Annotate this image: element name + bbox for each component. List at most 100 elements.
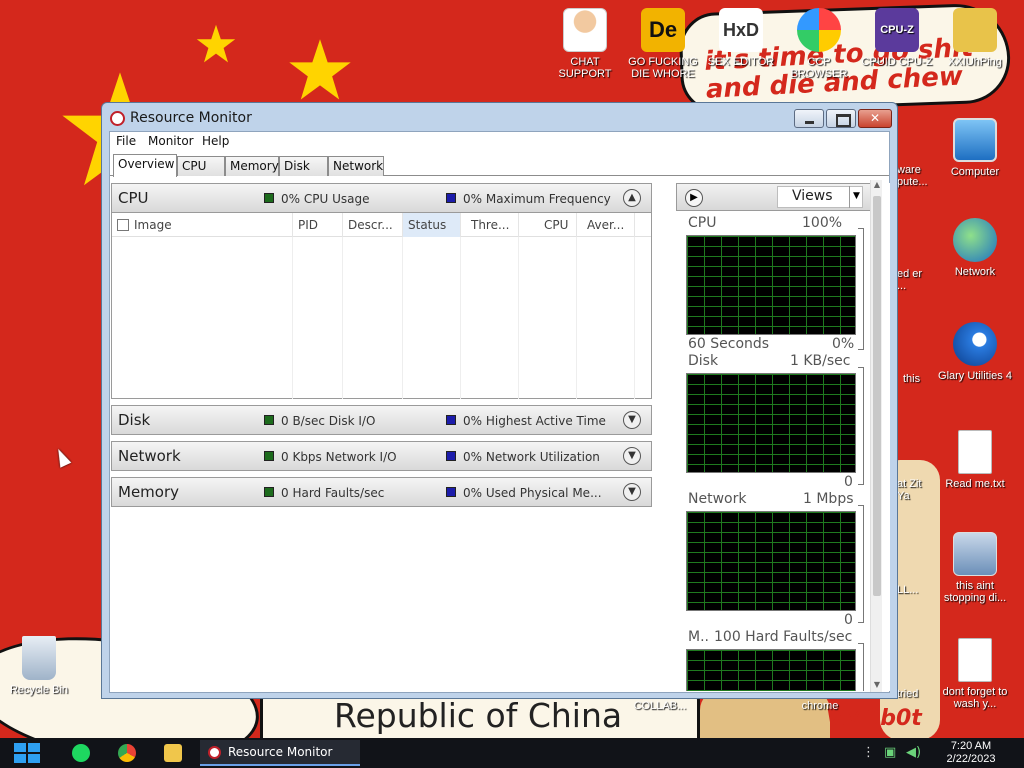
chevron-up-icon[interactable]: ▲ <box>623 189 641 207</box>
cpu-graph-max: 100% <box>802 215 843 231</box>
graphs-scrollbar[interactable]: ▲ ▼ <box>870 180 882 692</box>
desktop-icon-cpuz[interactable]: CPU-Z CPUID CPU-Z <box>856 8 938 68</box>
desktop-icon-glary[interactable]: Glary Utilities 4 <box>934 322 1016 382</box>
memory-section-header[interactable]: Memory 0 Hard Faults/sec 0% Used Physica… <box>111 477 652 507</box>
flag-star-icon <box>289 39 351 100</box>
windows-start-icon[interactable] <box>10 738 44 768</box>
desktop-icon-browser[interactable]: CCP BROWSER <box>778 8 860 80</box>
close-button[interactable] <box>858 109 892 128</box>
cpuz-icon: CPU-Z <box>875 8 919 52</box>
tab-disk[interactable]: Disk <box>279 156 328 176</box>
browser-icon <box>797 8 841 52</box>
clock[interactable]: 7:20 AM 2/22/2023 <box>936 740 1006 766</box>
desktop-icon-computer[interactable]: Computer <box>934 118 1016 178</box>
column-threads[interactable]: Thre... <box>461 213 519 237</box>
column-average-cpu[interactable]: Aver... <box>577 213 635 237</box>
desktop-label-tried[interactable]: tried <box>897 688 931 700</box>
desktop-label-chrome[interactable]: chrome <box>780 700 860 712</box>
desktop-label-ware[interactable]: ware pute... <box>897 164 931 188</box>
chrome-taskbar-icon[interactable] <box>118 744 136 762</box>
network-io-stat: 0 Kbps Network I/O <box>281 450 397 464</box>
window-client-area: File Monitor Help Overview CPU Memory Di… <box>109 131 890 693</box>
cpu-section-header[interactable]: CPU 0% CPU Usage 0% Maximum Frequency ▲ <box>111 183 652 213</box>
desktop-icon-chat-support[interactable]: CHAT SUPPORT <box>544 8 626 80</box>
resource-monitor-icon <box>208 746 221 759</box>
column-cpu[interactable]: CPU <box>519 213 577 237</box>
overflow-menu-icon[interactable]: ⋮ <box>862 745 875 760</box>
column-description[interactable]: Descr... <box>343 213 403 237</box>
desktop-icon-user-folder[interactable]: XXIUhPing <box>934 8 1016 68</box>
disk-io-stat: 0 B/sec Disk I/O <box>281 414 376 428</box>
network-section-header[interactable]: Network 0 Kbps Network I/O 0% Network Ut… <box>111 441 652 471</box>
cpu-section-title: CPU <box>118 189 149 207</box>
scrollbar-thumb[interactable] <box>873 196 881 596</box>
physical-memory-legend <box>446 487 456 497</box>
graph-scale-bracket <box>858 228 864 350</box>
network-tray-icon[interactable]: ▣ <box>884 745 896 760</box>
chevron-down-icon[interactable]: ▼ <box>623 447 641 465</box>
glary-icon <box>953 322 997 366</box>
menu-monitor[interactable]: Monitor <box>148 134 194 148</box>
resource-monitor-window[interactable]: Resource Monitor File Monitor Help Overv… <box>101 102 898 699</box>
overview-left-pane: CPU 0% CPU Usage 0% Maximum Frequency ▲ … <box>110 183 652 688</box>
desktop-icon-recycle-bin[interactable]: Recycle Bin <box>0 636 80 696</box>
network-icon <box>953 218 997 262</box>
computer-icon <box>953 118 997 162</box>
select-all-checkbox[interactable] <box>117 219 129 231</box>
network-graph-label: Network <box>688 491 747 507</box>
scroll-up-arrow[interactable]: ▲ <box>872 180 882 192</box>
column-divider <box>292 237 293 399</box>
menu-bar: File Monitor Help <box>110 132 889 152</box>
cpu-graph <box>686 235 856 335</box>
desktop-label-ed[interactable]: ed er ... <box>897 268 931 292</box>
cpu-process-table: Image PID Descr... Status Thre... CPU Av… <box>111 213 652 399</box>
desktop-icon-readme[interactable]: Read me.txt <box>934 430 1016 490</box>
desktop-label-zit[interactable]: at Zit Ya <box>897 478 933 502</box>
column-divider <box>460 237 461 399</box>
tab-memory[interactable]: Memory <box>225 156 279 176</box>
network-section-title: Network <box>118 447 181 465</box>
column-status[interactable]: Status <box>403 213 461 237</box>
desktop-icon-installer[interactable]: this aint stopping di... <box>934 532 1016 604</box>
chevron-down-icon[interactable]: ▼ <box>623 483 641 501</box>
maximize-button[interactable] <box>826 109 856 128</box>
scroll-down-arrow[interactable]: ▼ <box>872 680 882 692</box>
chevron-right-icon[interactable]: ▶ <box>685 189 703 207</box>
column-image[interactable]: Image <box>134 213 293 237</box>
graph-scale-bracket <box>858 643 864 691</box>
column-pid[interactable]: PID <box>293 213 343 237</box>
title-bar[interactable]: Resource Monitor <box>102 103 897 133</box>
text-file-icon <box>958 430 992 474</box>
taskbar: Resource Monitor ⋮ ▣ ◀) 7:20 AM 2/22/202… <box>0 738 1024 768</box>
desktop-icon-calendar-file[interactable]: dont forget to wash y... <box>934 638 1016 710</box>
cpu-table-header: Image PID Descr... Status Thre... CPU Av… <box>112 213 651 237</box>
chevron-down-icon[interactable]: ▼ <box>623 411 641 429</box>
desktop-icon-network[interactable]: Network <box>934 218 1016 278</box>
memory-graph <box>686 649 856 691</box>
file-explorer-taskbar-icon[interactable] <box>164 744 182 762</box>
desktop-label-collab[interactable]: COLLAB... <box>620 700 700 712</box>
desktop-icon-hex-editor[interactable]: HxD SEX EDITOR <box>700 8 782 68</box>
tab-overview[interactable]: Overview <box>113 154 177 177</box>
disk-section-header[interactable]: Disk 0 B/sec Disk I/O 0% Highest Active … <box>111 405 652 435</box>
tab-network[interactable]: Network <box>328 156 384 176</box>
views-dropdown-arrow[interactable]: ▼ <box>849 186 863 208</box>
taskbar-window-label: Resource Monitor <box>228 745 333 759</box>
desktop-icon-die-tool[interactable]: De GO FUCKING DIE WHORE <box>622 8 704 80</box>
volume-tray-icon[interactable]: ◀) <box>906 745 921 760</box>
desktop-label-this[interactable]: this <box>903 373 933 385</box>
cpu-frequency-stat: 0% Maximum Frequency <box>463 192 611 206</box>
disk-graph-min: 0 <box>844 474 853 490</box>
minimize-button[interactable] <box>794 109 824 128</box>
desktop-label-ll[interactable]: LL... <box>897 584 931 596</box>
hard-faults-stat: 0 Hard Faults/sec <box>281 486 385 500</box>
tab-strip: Overview CPU Memory Disk Network <box>110 154 889 177</box>
menu-help[interactable]: Help <box>202 134 229 148</box>
taskbar-resource-monitor[interactable]: Resource Monitor <box>200 740 360 766</box>
cpu-usage-stat: 0% CPU Usage <box>281 192 370 206</box>
network-graph-min: 0 <box>844 612 853 628</box>
tab-cpu[interactable]: CPU <box>177 156 225 176</box>
menu-file[interactable]: File <box>116 134 136 148</box>
spotify-taskbar-icon[interactable] <box>72 744 90 762</box>
disk-graph <box>686 373 856 473</box>
